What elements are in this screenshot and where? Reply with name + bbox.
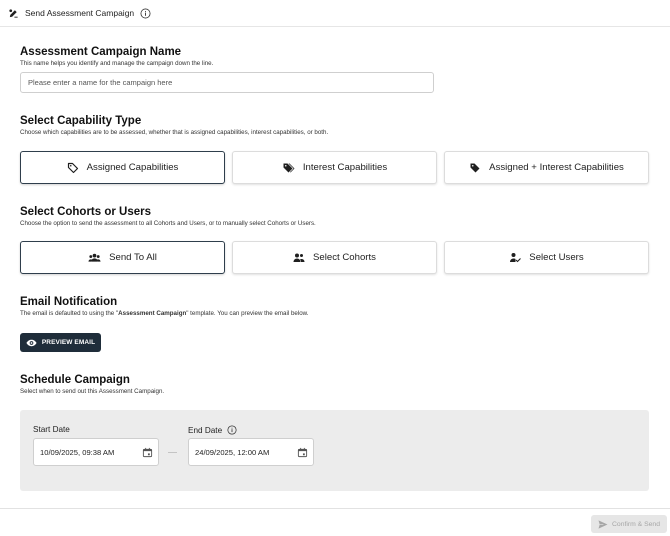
- page-title: Send Assessment Campaign: [25, 8, 135, 18]
- cohorts-users-title: Select Cohorts or Users: [20, 206, 152, 218]
- cohorts-users-description: Choose the option to send the assessment…: [20, 220, 316, 227]
- option-select-cohorts[interactable]: Select Cohorts: [232, 241, 437, 274]
- page-header: Send Assessment Campaign: [0, 0, 670, 27]
- date-range-separator: [168, 452, 177, 453]
- person-check-icon: [509, 252, 529, 263]
- option-label: Select Cohorts: [313, 252, 376, 263]
- option-assigned-capabilities[interactable]: Assigned Capabilities: [20, 151, 225, 184]
- campaign-name-description: This name helps you identify and manage …: [20, 60, 214, 67]
- calendar-icon[interactable]: [297, 447, 308, 458]
- start-date-field[interactable]: 10/09/2025, 09:38 AM: [33, 438, 159, 466]
- preview-email-label: PREVIEW EMAIL: [41, 339, 96, 346]
- capability-type-title: Select Capability Type: [20, 115, 142, 127]
- campaign-name-title: Assessment Campaign Name: [20, 46, 182, 58]
- end-date-field[interactable]: 24/09/2025, 12:00 AM: [188, 438, 314, 466]
- footer-divider: [0, 508, 670, 509]
- people-icon: [293, 252, 313, 263]
- end-date-label: End Date: [188, 425, 237, 435]
- tags-icon: [282, 162, 303, 174]
- calendar-icon[interactable]: [142, 447, 153, 458]
- start-date-label: Start Date: [33, 425, 70, 434]
- confirm-send-button[interactable]: Confirm & Send: [591, 515, 667, 533]
- template-name: Assessment Campaign: [118, 310, 187, 317]
- email-notification-title: Email Notification: [20, 296, 118, 308]
- option-assigned-interest-capabilities[interactable]: Assigned + Interest Capabilities: [444, 151, 649, 184]
- option-label: Send To All: [109, 252, 157, 263]
- confirm-send-label: Confirm & Send: [612, 520, 660, 528]
- start-date-value: 10/09/2025, 09:38 AM: [40, 447, 115, 457]
- tag-filled-icon: [469, 162, 489, 174]
- option-send-to-all[interactable]: Send To All: [20, 241, 225, 274]
- send-icon: [598, 519, 612, 529]
- capability-type-description: Choose which capabilities are to be asse…: [20, 129, 329, 136]
- option-label: Select Users: [529, 252, 584, 263]
- campaign-send-icon: [8, 8, 19, 19]
- option-interest-capabilities[interactable]: Interest Capabilities: [232, 151, 437, 184]
- preview-email-button[interactable]: PREVIEW EMAIL: [20, 333, 101, 352]
- info-icon[interactable]: [140, 8, 151, 19]
- email-notification-description: The email is defaulted to using the "Ass…: [20, 310, 309, 317]
- option-label: Assigned + Interest Capabilities: [489, 162, 624, 173]
- schedule-campaign-title: Schedule Campaign: [20, 374, 130, 386]
- campaign-name-input[interactable]: [20, 72, 434, 93]
- schedule-campaign-description: Select when to send out this Assessment …: [20, 388, 165, 395]
- option-select-users[interactable]: Select Users: [444, 241, 649, 274]
- groups-icon: [88, 252, 109, 263]
- eye-icon: [26, 339, 42, 347]
- info-icon[interactable]: [222, 425, 237, 435]
- option-label: Interest Capabilities: [302, 162, 388, 173]
- end-date-value: 24/09/2025, 12:00 AM: [195, 447, 270, 457]
- option-label: Assigned Capabilities: [86, 162, 179, 173]
- tag-outline-icon: [67, 162, 87, 174]
